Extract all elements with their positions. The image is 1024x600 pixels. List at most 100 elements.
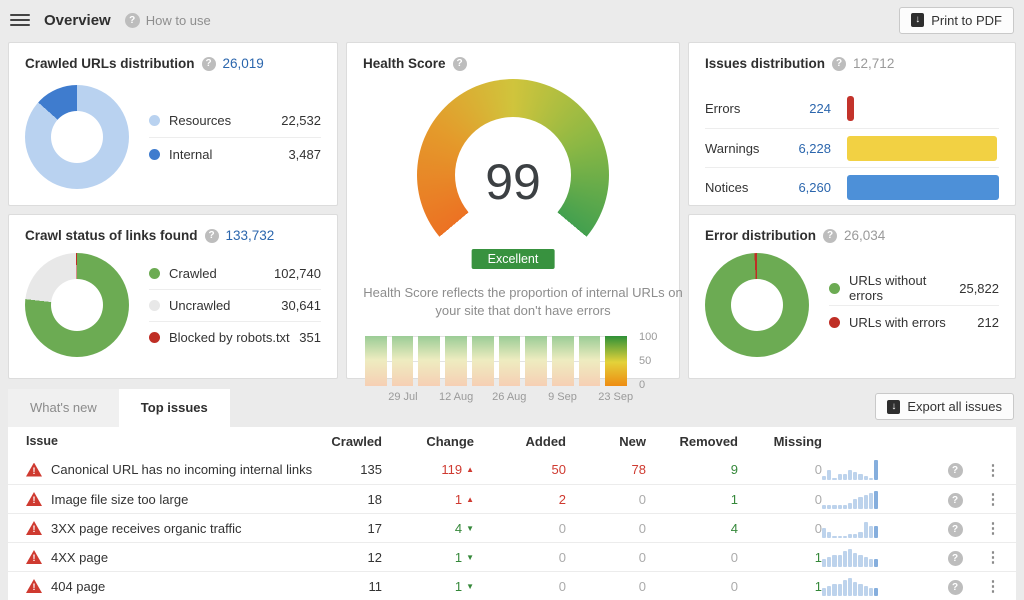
issue-sparkline-chart[interactable] <box>822 547 934 567</box>
legend-label: Crawled <box>169 266 217 281</box>
y-tick: 100 <box>639 331 657 343</box>
issue-sparkline-chart[interactable] <box>822 518 934 538</box>
issue-distribution-row: Errors 224 <box>705 89 999 128</box>
legend-dot-icon <box>149 300 160 311</box>
table-row[interactable]: ! 4XX page 12 1▼ 0 0 0 1 ? ⋮ <box>8 542 1016 571</box>
issue-sparkline-chart[interactable] <box>822 489 934 509</box>
dashboard-cards: Crawled URLs distribution ? 26,019 Resou… <box>8 42 1016 379</box>
crawl-status-total[interactable]: 133,732 <box>226 228 275 243</box>
error-distribution-total: 26,034 <box>844 228 885 243</box>
error-warning-icon: ! <box>26 550 42 564</box>
change-value: 1▼ <box>382 550 474 565</box>
kebab-menu-icon[interactable]: ⋮ <box>976 577 1010 595</box>
table-row[interactable]: ! 404 page 11 1▼ 0 0 0 1 ? ⋮ <box>8 571 1016 600</box>
issue-type-bar <box>847 136 997 161</box>
print-pdf-icon: ↓ <box>911 13 924 27</box>
kebab-menu-icon[interactable]: ⋮ <box>976 461 1010 479</box>
crawled-value: 18 <box>312 492 382 507</box>
help-circle-icon[interactable]: ? <box>202 57 216 71</box>
issue-name[interactable]: 4XX page <box>51 550 108 565</box>
trend-down-icon: ▼ <box>466 582 474 591</box>
table-row[interactable]: ! 3XX page receives organic traffic 17 4… <box>8 513 1016 542</box>
legend-value: 30,641 <box>281 298 321 313</box>
help-circle-icon[interactable]: ? <box>948 580 963 595</box>
page-title: Overview <box>44 12 111 29</box>
print-to-pdf-button[interactable]: ↓ Print to PDF <box>899 7 1014 34</box>
health-history-bar <box>579 336 601 386</box>
legend-dot-icon <box>829 283 840 294</box>
error-warning-icon: ! <box>26 579 42 593</box>
export-all-issues-label: Export all issues <box>907 399 1002 414</box>
legend-value: 212 <box>977 315 999 330</box>
issue-type-count[interactable]: 6,260 <box>781 180 831 195</box>
col-header-crawled[interactable]: Crawled <box>312 434 382 449</box>
issue-name[interactable]: Canonical URL has no incoming internal l… <box>51 462 312 477</box>
legend-label: URLs without errors <box>849 273 959 303</box>
change-value: 4▼ <box>382 521 474 536</box>
crawled-urls-total[interactable]: 26,019 <box>223 56 264 71</box>
legend-label: Internal <box>169 147 212 162</box>
col-header-added[interactable]: Added <box>474 434 566 449</box>
issue-sparkline-chart[interactable] <box>822 460 934 480</box>
legend-item[interactable]: URLs with errors 212 <box>829 305 999 339</box>
health-history-bar <box>525 336 547 386</box>
kebab-menu-icon[interactable]: ⋮ <box>976 490 1010 508</box>
issue-type-label: Notices <box>705 180 781 195</box>
col-header-removed[interactable]: Removed <box>646 434 738 449</box>
legend-value: 25,822 <box>959 281 999 296</box>
change-value: 1▲ <box>382 492 474 507</box>
export-all-issues-button[interactable]: ↓ Export all issues <box>875 393 1014 420</box>
crawled-urls-donut-chart[interactable] <box>25 85 129 189</box>
help-circle-icon[interactable]: ? <box>948 493 963 508</box>
kebab-menu-icon[interactable]: ⋮ <box>976 548 1010 566</box>
health-score-gauge: 99 Excellent <box>417 79 609 271</box>
issue-type-count[interactable]: 224 <box>781 101 831 116</box>
help-circle-icon[interactable]: ? <box>948 463 963 478</box>
issue-sparkline-chart[interactable] <box>822 576 934 596</box>
hamburger-menu-icon[interactable] <box>10 14 30 26</box>
col-header-change[interactable]: Change <box>382 434 474 449</box>
legend-dot-icon <box>149 115 160 126</box>
legend-item[interactable]: URLs without errors 25,822 <box>829 271 999 305</box>
help-circle-icon[interactable]: ? <box>948 522 963 537</box>
legend-item[interactable]: Uncrawled 30,641 <box>149 289 321 321</box>
issue-name[interactable]: 3XX page receives organic traffic <box>51 521 242 536</box>
issue-type-label: Warnings <box>705 141 781 156</box>
table-header-row: Issue Crawled Change Added New Removed M… <box>8 427 1016 455</box>
table-row[interactable]: ! Canonical URL has no incoming internal… <box>8 455 1016 484</box>
issue-type-count[interactable]: 6,228 <box>781 141 831 156</box>
error-distribution-donut-chart[interactable] <box>705 253 809 357</box>
legend-item[interactable]: Blocked by robots.txt 351 <box>149 321 321 353</box>
legend-item[interactable]: Internal 3,487 <box>149 137 321 171</box>
crawl-status-title: Crawl status of links found <box>25 228 198 243</box>
crawled-value: 11 <box>312 579 382 594</box>
legend-value: 102,740 <box>274 266 321 281</box>
help-circle-icon: ? <box>125 13 140 28</box>
table-row[interactable]: ! Image file size too large 18 1▲ 2 0 1 … <box>8 484 1016 513</box>
help-circle-icon[interactable]: ? <box>832 57 846 71</box>
crawl-status-card: Crawl status of links found ? 133,732 Cr… <box>8 214 338 379</box>
legend-item[interactable]: Crawled 102,740 <box>149 257 321 289</box>
legend-item[interactable]: Resources 22,532 <box>149 103 321 137</box>
top-bar: Overview ? How to use ↓ Print to PDF <box>0 0 1024 40</box>
col-header-new[interactable]: New <box>566 434 646 449</box>
tab-whats-new[interactable]: What's new <box>8 389 119 427</box>
crawl-status-donut-chart[interactable] <box>25 253 129 357</box>
help-circle-icon[interactable]: ? <box>948 551 963 566</box>
col-header-missing[interactable]: Missing <box>738 434 822 449</box>
new-value: 0 <box>566 492 646 507</box>
how-to-use[interactable]: ? How to use <box>125 13 211 28</box>
issue-name[interactable]: Image file size too large <box>51 492 188 507</box>
kebab-menu-icon[interactable]: ⋮ <box>976 519 1010 537</box>
issue-name[interactable]: 404 page <box>51 579 105 594</box>
health-history-chart[interactable]: 100 50 0 <box>365 336 661 386</box>
help-circle-icon[interactable]: ? <box>823 229 837 243</box>
col-header-issue[interactable]: Issue <box>26 434 312 448</box>
missing-value: 0 <box>738 492 822 507</box>
legend-dot-icon <box>149 332 160 343</box>
tab-top-issues[interactable]: Top issues <box>119 389 230 427</box>
legend-dot-icon <box>149 268 160 279</box>
issues-distribution-total: 12,712 <box>853 56 894 71</box>
help-circle-icon[interactable]: ? <box>453 57 467 71</box>
help-circle-icon[interactable]: ? <box>205 229 219 243</box>
